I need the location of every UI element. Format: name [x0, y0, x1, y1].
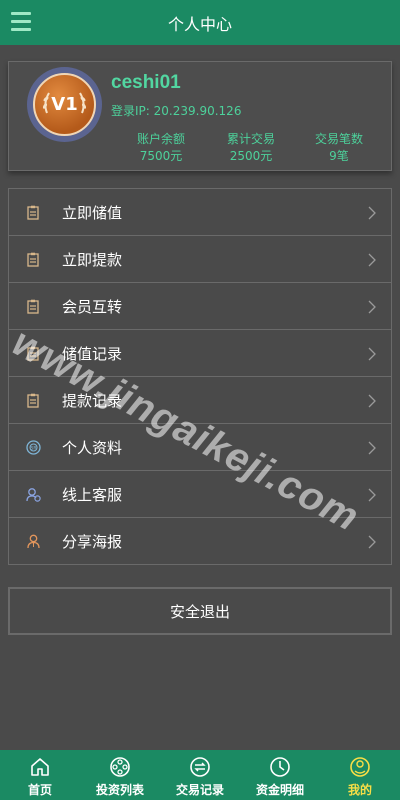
clock-icon	[270, 757, 290, 777]
film-reel-icon	[110, 757, 130, 777]
tab-fund-details[interactable]: 资金明细	[240, 750, 320, 800]
chevron-right-icon	[368, 253, 376, 267]
chevron-right-icon	[368, 488, 376, 502]
tab-label: 我的	[347, 783, 372, 797]
tab-home[interactable]: 首页	[0, 750, 80, 800]
svg-text:SR: SR	[31, 445, 37, 451]
stat-total-trade: 累计交易 2500元	[211, 131, 291, 165]
stat-label: 累计交易	[226, 132, 275, 146]
menu-item-label: 储值记录	[62, 344, 123, 363]
chevron-right-icon	[368, 394, 376, 408]
clipboard-icon	[27, 299, 39, 314]
stat-value: 9笔	[329, 149, 349, 163]
stat-label: 账户余额	[136, 132, 185, 146]
header-bar: 个人中心	[0, 0, 400, 45]
chevron-right-icon	[368, 535, 376, 549]
menu-item-label: 立即提款	[62, 250, 123, 269]
menu-item-label: 分享海报	[62, 532, 123, 551]
menu-item-customer-service[interactable]: 线上客服	[8, 471, 392, 518]
menu-item-profile[interactable]: SR 个人资料	[8, 424, 392, 471]
menu-item-label: 会员互转	[62, 297, 123, 316]
menu-item-label: 个人资料	[62, 438, 123, 457]
stat-value: 7500元	[139, 149, 183, 163]
profile-card: V1 ceshi01 登录IP: 20.239.90.126 账户余额 7500…	[8, 61, 392, 171]
logout-button[interactable]: 安全退出	[8, 587, 392, 635]
page-title: 个人中心	[167, 14, 232, 34]
home-icon	[31, 758, 49, 776]
clipboard-icon	[27, 393, 39, 408]
chevron-right-icon	[368, 347, 376, 361]
tab-label: 资金明细	[255, 783, 304, 797]
chevron-right-icon	[368, 300, 376, 314]
tab-trade-records[interactable]: 交易记录	[160, 750, 240, 800]
tab-label: 首页	[27, 783, 52, 797]
login-ip-label: 登录IP:	[111, 104, 150, 118]
clipboard-icon	[27, 252, 39, 267]
menu-item-label: 提款记录	[62, 391, 123, 410]
person-outline-icon	[27, 534, 40, 549]
username: ceshi01	[111, 72, 181, 93]
tab-label: 投资列表	[95, 783, 144, 797]
menu-item-deposit[interactable]: 立即储值	[8, 189, 392, 236]
menu-item-withdraw[interactable]: 立即提款	[8, 236, 392, 283]
chevron-right-icon	[368, 206, 376, 220]
account-stats: 账户余额 7500元 累计交易 2500元 交易笔数 9笔	[9, 131, 393, 167]
login-ip: 登录IP: 20.239.90.126	[111, 102, 241, 119]
exchange-icon	[190, 757, 210, 777]
clipboard-icon	[27, 205, 39, 220]
clipboard-icon	[27, 346, 39, 361]
tab-mine[interactable]: 我的	[320, 750, 400, 800]
stat-value: 2500元	[229, 149, 273, 163]
stat-trade-count: 交易笔数 9笔	[299, 131, 379, 165]
profile-circle-icon: SR	[26, 440, 41, 455]
menu-item-label: 线上客服	[62, 485, 123, 504]
account-menu: 立即储值 立即提款 会员互转 储值记录 提款记录 SR 个人资料 线上客服 分享…	[8, 188, 392, 565]
chevron-right-icon	[368, 441, 376, 455]
user-smile-icon	[350, 757, 370, 777]
menu-item-member-transfer[interactable]: 会员互转	[8, 283, 392, 330]
menu-item-share-poster[interactable]: 分享海报	[8, 518, 392, 565]
menu-item-withdraw-records[interactable]: 提款记录	[8, 377, 392, 424]
tab-label: 交易记录	[175, 783, 224, 797]
tab-investment-list[interactable]: 投资列表	[80, 750, 160, 800]
customer-service-icon	[26, 488, 41, 502]
stat-label: 交易笔数	[314, 132, 363, 146]
menu-item-deposit-records[interactable]: 储值记录	[8, 330, 392, 377]
hamburger-menu-icon[interactable]	[11, 12, 31, 31]
bottom-tab-bar: 首页 投资列表 交易记录 资金明细 我的	[0, 750, 400, 800]
menu-item-label: 立即储值	[62, 203, 123, 222]
stat-balance: 账户余额 7500元	[121, 131, 201, 165]
login-ip-value: 20.239.90.126	[153, 104, 242, 118]
laurel-icon	[42, 92, 87, 114]
